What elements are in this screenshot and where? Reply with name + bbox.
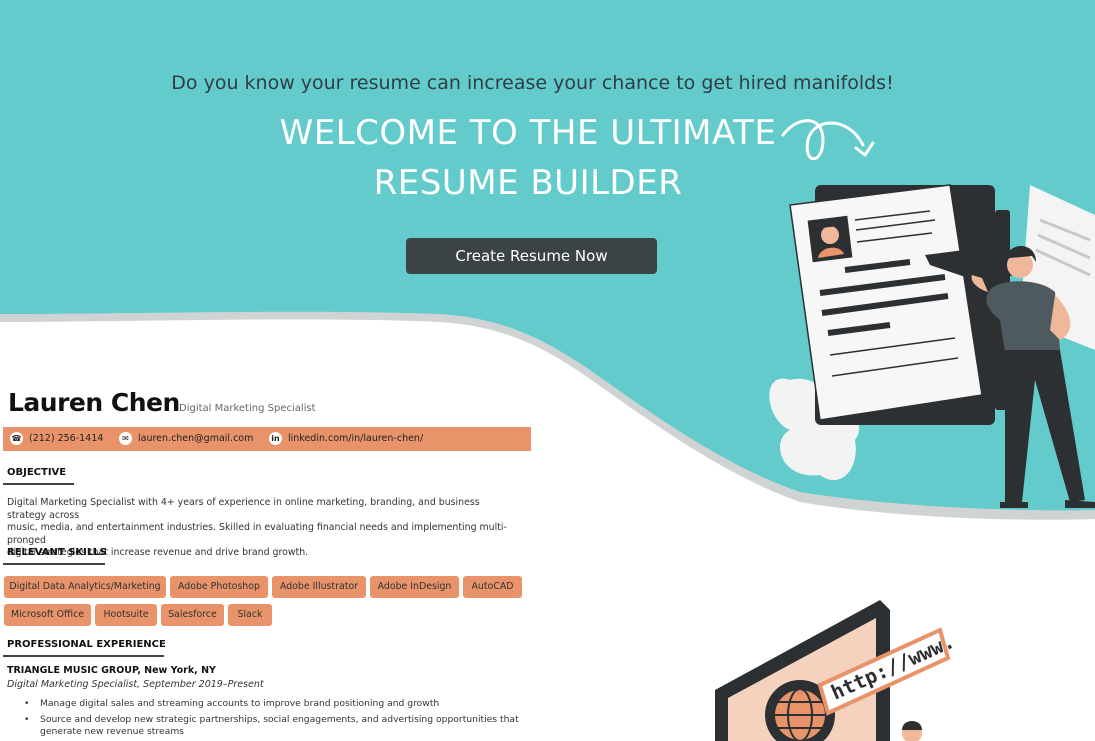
job-company: TRIANGLE MUSIC GROUP, New York, NY: [7, 665, 216, 676]
resume-role: Digital Marketing Specialist: [179, 403, 316, 414]
job-role: Digital Marketing Specialist, September …: [7, 679, 264, 690]
contact-phone-text: (212) 256-1414: [29, 433, 104, 444]
skill-chip: Salesforce: [161, 604, 224, 626]
contact-email-text: lauren.chen@gmail.com: [138, 433, 254, 444]
skills-heading: RELEVANT SKILLS: [7, 547, 107, 558]
job-bullet: Source and develop new strategic partner…: [24, 714, 530, 738]
experience-heading: PROFESSIONAL EXPERIENCE: [7, 639, 166, 650]
skill-chip: Adobe Illustrator: [272, 576, 366, 598]
hero-tagline: Do you know your resume can increase you…: [171, 72, 894, 94]
resume-illustration: [769, 184, 1095, 508]
contact-linkedin-text: linkedin.com/in/lauren-chen/: [288, 433, 424, 444]
phone-icon: ☎: [10, 432, 23, 445]
skill-chip: Digital Data Analytics/Marketing: [4, 576, 166, 598]
headline-line-1: WELCOME TO THE ULTIMATE: [279, 113, 777, 153]
skills-underline: [3, 563, 105, 565]
linkedin-icon: in: [269, 432, 282, 445]
person-legs: [1005, 350, 1085, 502]
objective-line-2: music, media, and entertainment industri…: [7, 522, 507, 546]
skill-chip: Hootsuite: [95, 604, 157, 626]
objective-underline: [3, 483, 74, 485]
job-bullet: Manage digital sales and streaming accou…: [24, 698, 530, 710]
contact-linkedin: in linkedin.com/in/lauren-chen/: [269, 432, 423, 445]
skill-chip: Slack: [228, 604, 272, 626]
contact-bar: ☎ (212) 256-1414 ✉ lauren.chen@gmail.com i…: [3, 427, 531, 451]
website-illustration: http://www.: [715, 600, 958, 741]
resume-name: Lauren Chen: [8, 388, 180, 417]
contact-email: ✉ lauren.chen@gmail.com: [119, 432, 253, 445]
skill-chip: AutoCAD: [463, 576, 522, 598]
objective-line-1: Digital Marketing Specialist with 4+ yea…: [7, 497, 480, 521]
experience-underline: [3, 655, 164, 657]
mail-icon: ✉: [119, 432, 132, 445]
skill-chip: Adobe InDesign: [370, 576, 459, 598]
contact-phone: ☎ (212) 256-1414: [10, 432, 103, 445]
create-resume-button[interactable]: Create Resume Now: [406, 238, 657, 274]
skill-chip: Microsoft Office: [4, 604, 91, 626]
objective-heading: OBJECTIVE: [7, 467, 67, 478]
skill-chip: Adobe Photoshop: [170, 576, 268, 598]
